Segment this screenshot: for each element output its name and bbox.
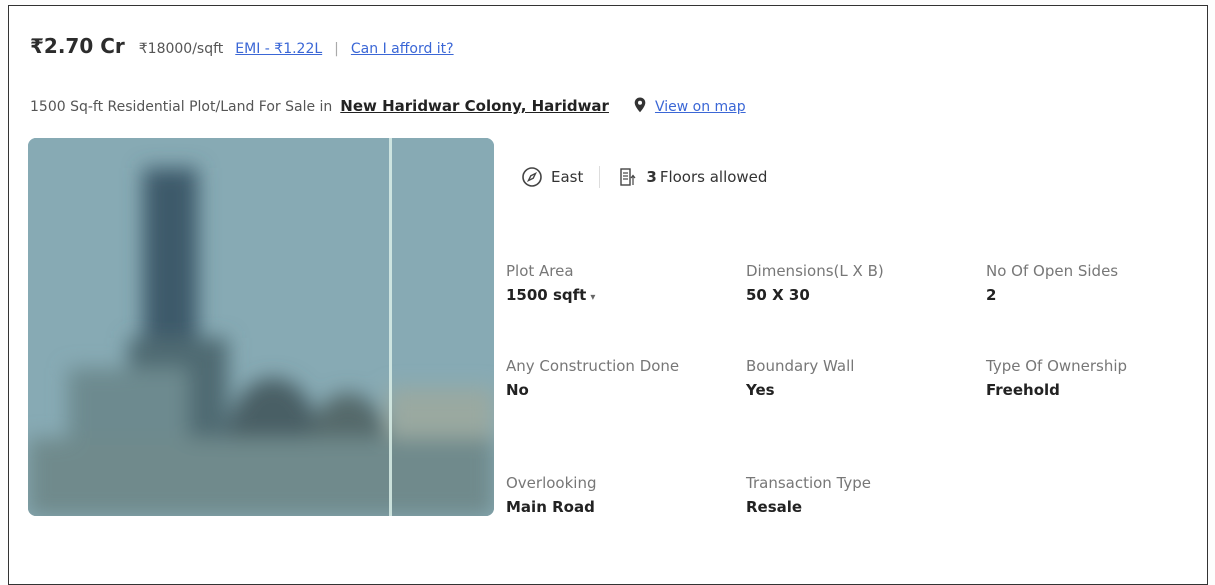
plot-area-value[interactable]: 1500 sqft ▾ <box>506 286 726 304</box>
attr-dimensions: Dimensions(L X B) 50 X 30 <box>746 261 966 304</box>
attr-value: Resale <box>746 498 803 516</box>
attr-label: No Of Open Sides <box>986 262 1119 280</box>
price-row: ₹2.70 Cr ₹18000/sqft EMI - ₹1.22L | Can … <box>30 34 454 58</box>
caret-down-icon[interactable]: ▾ <box>590 292 595 303</box>
property-card: ₹2.70 Cr ₹18000/sqft EMI - ₹1.22L | Can … <box>8 5 1208 585</box>
attr-value: 1500 sqft <box>506 286 587 304</box>
building-floors-icon <box>616 166 638 188</box>
attr-label: Any Construction Done <box>506 357 680 375</box>
afford-link[interactable]: Can I afford it? <box>351 41 454 57</box>
listing-title: 1500 Sq-ft Residential Plot/Land For Sal… <box>30 93 746 115</box>
attr-label: Boundary Wall <box>746 357 855 375</box>
attr-open-sides: No Of Open Sides 2 <box>986 261 1206 304</box>
attr-value: Freehold <box>986 381 1060 399</box>
attr-construction: Any Construction Done No <box>506 356 686 399</box>
floors-count: 3 <box>646 168 657 186</box>
attr-label: Transaction Type <box>746 474 872 492</box>
floors-label: Floors allowed <box>659 168 768 186</box>
divider <box>599 166 601 188</box>
attr-label: Plot Area <box>506 262 574 280</box>
attr-value: 50 X 30 <box>746 286 810 304</box>
facing-value: East <box>551 168 584 186</box>
attr-boundary-wall: Boundary Wall Yes <box>746 356 966 399</box>
title-prefix: 1500 Sq-ft Residential Plot/Land For Sal… <box>30 99 333 115</box>
property-photo[interactable] <box>28 138 494 516</box>
attr-label: Type Of Ownership <box>986 357 1128 375</box>
attr-ownership: Type Of Ownership Freehold <box>986 356 1206 399</box>
price: ₹2.70 Cr <box>30 34 125 58</box>
map-pin-icon[interactable] <box>631 96 649 114</box>
emi-link[interactable]: EMI - ₹1.22L <box>235 41 322 57</box>
attr-value: 2 <box>986 286 997 304</box>
attr-plot-area: Plot Area 1500 sqft ▾ <box>506 261 726 304</box>
compass-icon <box>521 166 543 188</box>
attr-value: Main Road <box>506 498 595 516</box>
view-on-map-link[interactable]: View on map <box>655 99 746 115</box>
attr-value: No <box>506 381 529 399</box>
price-per-sqft: ₹18000/sqft <box>138 41 224 57</box>
attr-transaction-type: Transaction Type Resale <box>746 473 966 516</box>
quick-facts: East 3 Floors allowed <box>521 166 767 188</box>
attr-label: Overlooking <box>506 474 597 492</box>
attr-value: Yes <box>746 381 775 399</box>
attr-overlooking: Overlooking Main Road <box>506 473 726 516</box>
separator: | <box>334 41 339 57</box>
attr-label: Dimensions(L X B) <box>746 262 884 280</box>
locality-link[interactable]: New Haridwar Colony, Haridwar <box>340 97 609 115</box>
